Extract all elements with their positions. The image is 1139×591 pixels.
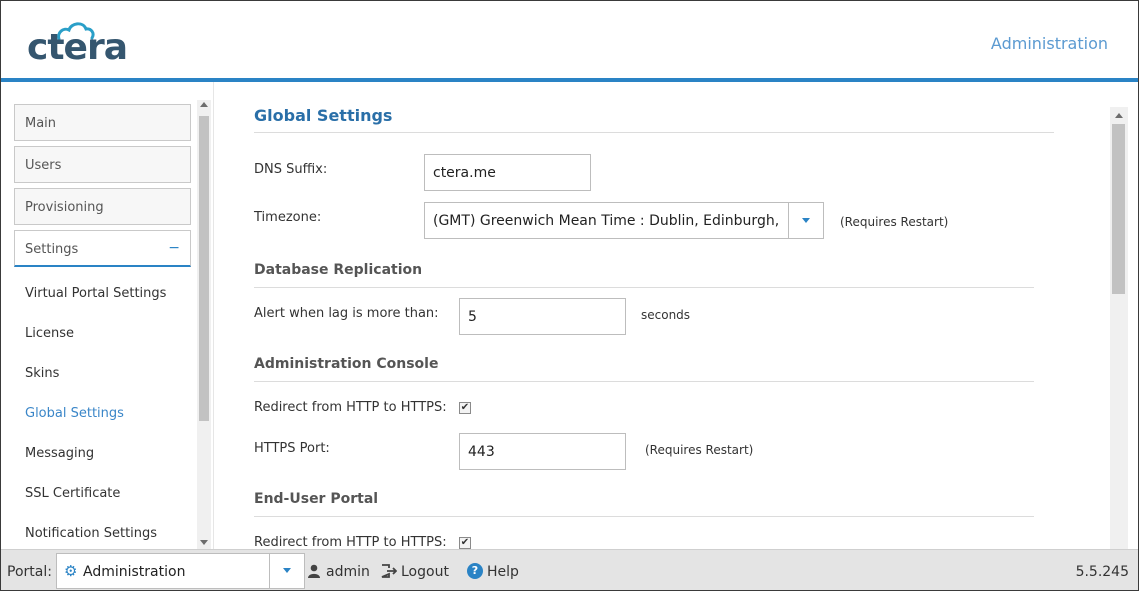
sidebar-item-provisioning[interactable]: Provisioning	[14, 188, 191, 225]
section-title: Administration	[990, 34, 1108, 53]
timezone-label: Timezone:	[254, 210, 322, 225]
sidebar-subitem-skins[interactable]: Skins	[25, 366, 59, 381]
sidebar-item-label: Settings	[25, 242, 79, 257]
user-icon	[308, 564, 320, 578]
main-scrollbar[interactable]	[1110, 107, 1128, 549]
admin-redirect-label: Redirect from HTTP to HTTPS:	[254, 400, 447, 415]
help-link[interactable]: Help	[487, 564, 519, 580]
sidebar: Main Users Provisioning Settings − Virtu…	[1, 82, 214, 549]
sidebar-item-label: Main	[25, 116, 57, 131]
scroll-up-icon[interactable]	[200, 102, 208, 107]
footer-bar: Portal: ⚙ Administration admin Logout ? …	[1, 549, 1138, 590]
administration-console-title: Administration Console	[254, 356, 439, 372]
sidebar-subitem-license[interactable]: License	[25, 326, 74, 341]
portal-label: Portal:	[7, 564, 52, 580]
portal-select[interactable]: ⚙ Administration	[56, 553, 305, 589]
dns-suffix-label: DNS Suffix:	[254, 162, 328, 177]
scrollbar-thumb[interactable]	[1112, 124, 1125, 294]
sidebar-subitem-messaging[interactable]: Messaging	[25, 446, 94, 461]
https-port-restart-note: (Requires Restart)	[645, 443, 754, 457]
user-name[interactable]: admin	[326, 564, 370, 580]
https-port-label: HTTPS Port:	[254, 441, 330, 456]
logout-icon[interactable]	[381, 564, 397, 578]
sidebar-subitem-ssl-certificate[interactable]: SSL Certificate	[25, 486, 120, 501]
alert-lag-input[interactable]: 5	[459, 298, 626, 335]
portal-redirect-checkbox[interactable]: ✔	[459, 537, 471, 549]
database-replication-title: Database Replication	[254, 262, 423, 278]
section-divider	[254, 287, 1034, 288]
https-port-input[interactable]: 443	[459, 433, 626, 470]
timezone-dropdown-button[interactable]	[788, 203, 823, 238]
section-divider	[254, 381, 1034, 382]
sidebar-subitem-global-settings[interactable]: Global Settings	[25, 406, 124, 421]
portal-redirect-label: Redirect from HTTP to HTTPS:	[254, 535, 447, 549]
gear-icon: ⚙	[64, 562, 78, 580]
title-divider	[254, 132, 1054, 133]
portal-dropdown-button[interactable]	[269, 554, 304, 588]
timezone-select[interactable]: (GMT) Greenwich Mean Time : Dublin, Edin…	[424, 202, 824, 239]
caret-down-icon	[283, 568, 291, 573]
sidebar-scrollbar[interactable]	[197, 100, 211, 549]
collapse-icon[interactable]: −	[168, 240, 180, 256]
portal-select-value: Administration	[83, 564, 186, 580]
main-content: Global Settings DNS Suffix: ctera.me Tim…	[215, 82, 1138, 549]
timezone-restart-note: (Requires Restart)	[840, 215, 949, 229]
admin-redirect-checkbox[interactable]: ✔	[459, 402, 471, 414]
page-title: Global Settings	[254, 106, 393, 125]
logout-link[interactable]: Logout	[401, 564, 449, 580]
scroll-up-icon[interactable]	[1115, 113, 1123, 118]
end-user-portal-title: End-User Portal	[254, 491, 379, 507]
sidebar-item-main[interactable]: Main	[14, 104, 191, 141]
alert-lag-unit: seconds	[641, 308, 691, 322]
scrollbar-thumb[interactable]	[199, 116, 209, 421]
sidebar-item-label: Provisioning	[25, 200, 104, 215]
ctera-logo: ctera	[25, 21, 128, 71]
scroll-down-icon[interactable]	[200, 540, 208, 545]
sidebar-item-settings[interactable]: Settings −	[14, 230, 191, 267]
sidebar-item-label: Users	[25, 158, 62, 173]
timezone-value: (GMT) Greenwich Mean Time : Dublin, Edin…	[433, 213, 783, 229]
section-divider	[254, 516, 1034, 517]
help-icon[interactable]: ?	[467, 563, 483, 579]
sidebar-subitem-notification-settings[interactable]: Notification Settings	[25, 526, 157, 541]
logo-text: ctera	[27, 27, 128, 68]
app-window: ctera Administration Main Users Provisio…	[0, 0, 1139, 591]
sidebar-subitem-virtual-portal-settings[interactable]: Virtual Portal Settings	[25, 286, 166, 301]
header: ctera Administration	[1, 1, 1138, 79]
version-label: 5.5.245	[1075, 564, 1129, 580]
sidebar-item-users[interactable]: Users	[14, 146, 191, 183]
caret-down-icon	[802, 218, 810, 223]
dns-suffix-input[interactable]: ctera.me	[424, 154, 591, 191]
alert-lag-label: Alert when lag is more than:	[254, 306, 439, 321]
